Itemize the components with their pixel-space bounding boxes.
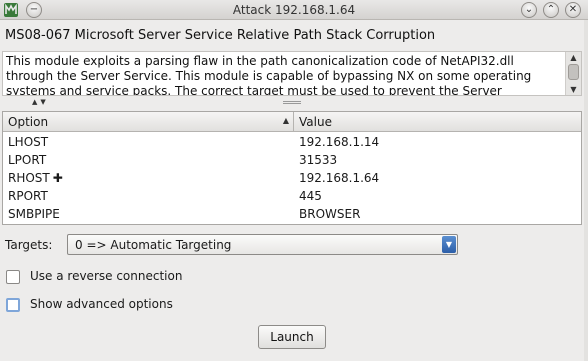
table-row[interactable]: SMBPIPE BROWSER bbox=[3, 205, 581, 223]
advanced-options-checkbox[interactable] bbox=[6, 298, 20, 312]
scroll-down-icon[interactable]: ▼ bbox=[568, 85, 579, 94]
option-value[interactable]: 192.168.1.64 bbox=[299, 169, 579, 187]
table-header: Option ▲ Value bbox=[3, 112, 581, 132]
option-value[interactable]: 31533 bbox=[299, 151, 579, 169]
option-name: LHOST bbox=[8, 135, 49, 149]
maximize-button[interactable]: ⌃ bbox=[543, 2, 559, 18]
required-plus-icon: ✚ bbox=[52, 171, 63, 185]
option-name: LPORT bbox=[8, 153, 47, 167]
module-description-box[interactable]: This module exploits a parsing flaw in t… bbox=[2, 51, 582, 96]
module-title: MS08-067 Microsoft Server Service Relati… bbox=[5, 28, 436, 43]
targets-selected-value: 0 => Automatic Targeting bbox=[75, 238, 232, 252]
sort-ascending-icon: ▲ bbox=[282, 116, 289, 125]
option-value[interactable]: BROWSER bbox=[299, 205, 579, 223]
title-bar: − Attack 192.168.1.64 ⌄ ⌃ ✕ bbox=[0, 0, 588, 20]
reverse-connection-checkbox[interactable] bbox=[6, 270, 20, 284]
chevron-down-icon[interactable]: ▼ bbox=[442, 236, 456, 253]
option-name: RPORT bbox=[8, 189, 48, 203]
split-pane-grip[interactable] bbox=[283, 101, 301, 104]
options-table: Option ▲ Value LHOST 192.168.1.14 LPORT … bbox=[2, 111, 582, 225]
launch-button[interactable]: Launch bbox=[258, 325, 326, 349]
close-icon: ✕ bbox=[568, 4, 578, 15]
option-name-cell: RHOST ✚ bbox=[8, 169, 288, 187]
option-name: RHOST bbox=[8, 171, 50, 185]
targets-dropdown[interactable]: 0 => Automatic Targeting ▼ bbox=[67, 234, 458, 255]
module-description: This module exploits a parsing flaw in t… bbox=[6, 54, 532, 96]
column-header-value[interactable]: Value bbox=[294, 112, 581, 131]
option-value[interactable]: 445 bbox=[299, 187, 579, 205]
scroll-up-icon[interactable]: ▲ bbox=[568, 53, 579, 62]
window-right-border bbox=[584, 20, 588, 361]
scroll-thumb[interactable] bbox=[568, 64, 579, 80]
split-pane-arrows-icon[interactable]: ▲▼ bbox=[32, 98, 49, 106]
chevron-up-icon: ⌃ bbox=[546, 4, 556, 15]
table-row[interactable]: LPORT 31533 bbox=[3, 151, 581, 169]
targets-label: Targets: bbox=[5, 238, 53, 252]
column-header-option[interactable]: Option ▲ bbox=[3, 112, 294, 131]
close-button[interactable]: ✕ bbox=[565, 2, 581, 18]
option-name: SMBPIPE bbox=[8, 207, 60, 221]
table-row[interactable]: LHOST 192.168.1.14 bbox=[3, 133, 581, 151]
minimize-button[interactable]: ⌄ bbox=[521, 2, 537, 18]
description-scrollbar[interactable]: ▲ ▼ bbox=[565, 52, 581, 95]
reverse-connection-label[interactable]: Use a reverse connection bbox=[30, 269, 182, 283]
window-title: Attack 192.168.1.64 bbox=[232, 3, 356, 17]
chevron-down-icon: ⌄ bbox=[524, 4, 534, 15]
table-row[interactable]: RPORT 445 bbox=[3, 187, 581, 205]
option-value[interactable]: 192.168.1.14 bbox=[299, 133, 579, 151]
advanced-options-label[interactable]: Show advanced options bbox=[30, 297, 173, 311]
table-row[interactable]: RHOST ✚ 192.168.1.64 bbox=[3, 169, 581, 187]
